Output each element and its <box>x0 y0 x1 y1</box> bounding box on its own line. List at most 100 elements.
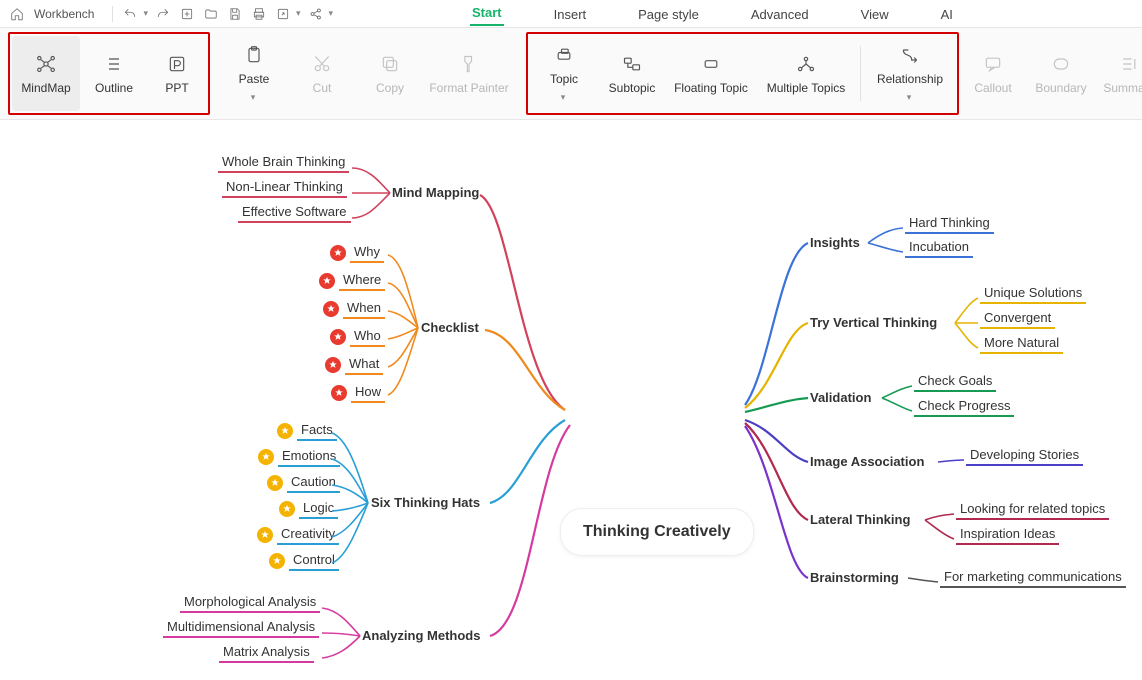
mindmap-canvas[interactable]: Thinking Creatively Mind Mapping Checkli… <box>0 120 1142 657</box>
leaf[interactable]: What <box>325 354 383 375</box>
tab-pagestyle[interactable]: Page style <box>636 7 701 26</box>
paste-button[interactable]: Paste ▾ <box>220 32 288 115</box>
format-painter-icon <box>458 53 480 75</box>
leaf[interactable]: Who <box>330 326 385 347</box>
priority-icon <box>330 245 346 261</box>
leaf[interactable]: How <box>331 382 385 403</box>
leaf[interactable]: Convergent <box>980 308 1055 329</box>
boundary-icon <box>1050 53 1072 75</box>
priority-icon <box>258 449 274 465</box>
summary-button[interactable]: Summary <box>1095 32 1142 115</box>
main-validation[interactable]: Validation <box>810 390 871 405</box>
view-outline[interactable]: Outline <box>80 36 148 111</box>
chevron-down-icon: ▾ <box>561 92 566 103</box>
main-vertical[interactable]: Try Vertical Thinking <box>810 315 937 330</box>
main-mindmapping[interactable]: Mind Mapping <box>392 185 479 200</box>
leaf[interactable]: Multidimensional Analysis <box>163 617 319 638</box>
multiple-topics-button[interactable]: Multiple Topics <box>756 36 856 111</box>
leaf[interactable]: Facts <box>277 420 337 441</box>
cut-icon <box>311 53 333 75</box>
boundary-button[interactable]: Boundary <box>1027 32 1095 115</box>
topic-button[interactable]: Topic ▾ <box>530 36 598 111</box>
leaf[interactable]: More Natural <box>980 333 1063 354</box>
leaf[interactable]: Check Goals <box>914 371 996 392</box>
main-sixhats[interactable]: Six Thinking Hats <box>371 495 480 510</box>
priority-icon <box>279 501 295 517</box>
cut-button[interactable]: Cut <box>288 32 356 115</box>
priority-icon <box>277 423 293 439</box>
central-topic[interactable]: Thinking Creatively <box>560 508 754 556</box>
callout-button[interactable]: Callout <box>959 32 1027 115</box>
leaf[interactable]: Emotions <box>258 446 340 467</box>
main-checklist[interactable]: Checklist <box>421 320 479 335</box>
callout-icon <box>982 53 1004 75</box>
view-mindmap[interactable]: MindMap <box>12 36 80 111</box>
leaf[interactable]: Unique Solutions <box>980 283 1086 304</box>
leaf[interactable]: Effective Software <box>238 202 351 223</box>
view-ppt[interactable]: PPT <box>148 36 206 111</box>
priority-icon <box>330 329 346 345</box>
subtopic-icon <box>621 53 643 75</box>
copy-icon <box>379 53 401 75</box>
label: PPT <box>165 81 188 95</box>
separator <box>860 46 861 101</box>
leaf[interactable]: Morphological Analysis <box>180 592 320 613</box>
leaf[interactable]: Logic <box>279 498 338 519</box>
label: MindMap <box>21 81 70 95</box>
leaf[interactable]: Hard Thinking <box>905 213 994 234</box>
label: Subtopic <box>609 81 656 95</box>
main-lateral[interactable]: Lateral Thinking <box>810 512 910 527</box>
leaf[interactable]: Inspiration Ideas <box>956 524 1059 545</box>
leaf[interactable]: Check Progress <box>914 396 1014 417</box>
leaf[interactable]: For marketing communications <box>940 567 1126 588</box>
main-analyzing[interactable]: Analyzing Methods <box>362 628 480 643</box>
label: Cut <box>313 81 332 95</box>
format-painter-button[interactable]: Format Painter <box>424 32 514 115</box>
leaf[interactable]: Control <box>269 550 339 571</box>
label: Summary <box>1103 81 1142 95</box>
leaf[interactable]: Whole Brain Thinking <box>218 152 349 173</box>
leaf[interactable]: Where <box>319 270 385 291</box>
tab-insert[interactable]: Insert <box>552 7 589 26</box>
leaf[interactable]: Incubation <box>905 237 973 258</box>
label: Format Painter <box>429 81 508 95</box>
tab-view[interactable]: View <box>859 7 891 26</box>
leaf[interactable]: Developing Stories <box>966 445 1083 466</box>
highlight-views: MindMap Outline PPT <box>8 32 210 115</box>
priority-icon <box>267 475 283 491</box>
label: Callout <box>974 81 1011 95</box>
priority-icon <box>323 301 339 317</box>
ppt-icon <box>166 53 188 75</box>
highlight-topics: Topic ▾ Subtopic Floating Topic Multiple… <box>526 32 959 115</box>
multiple-topics-icon <box>795 53 817 75</box>
paste-icon <box>243 44 265 66</box>
outline-icon <box>103 53 125 75</box>
copy-button[interactable]: Copy <box>356 32 424 115</box>
leaf[interactable]: Matrix Analysis <box>219 642 314 663</box>
chevron-down-icon: ▾ <box>251 92 256 103</box>
group-clipboard: Paste ▾ Cut Copy Format Painter <box>220 32 514 115</box>
leaf[interactable]: Caution <box>267 472 340 493</box>
main-insights[interactable]: Insights <box>810 235 860 250</box>
main-brainstorm[interactable]: Brainstorming <box>810 570 899 585</box>
tab-advanced[interactable]: Advanced <box>749 7 811 26</box>
leaf[interactable]: When <box>323 298 385 319</box>
main-image[interactable]: Image Association <box>810 454 924 469</box>
menu-tabs: Start Insert Page style Advanced View AI <box>0 2 955 26</box>
leaf[interactable]: Looking for related topics <box>956 499 1109 520</box>
leaf[interactable]: Non-Linear Thinking <box>222 177 347 198</box>
label: Outline <box>95 81 133 95</box>
summary-icon <box>1118 53 1140 75</box>
tab-start[interactable]: Start <box>470 5 504 26</box>
floating-topic-icon <box>700 53 722 75</box>
tab-ai[interactable]: AI <box>939 7 955 26</box>
priority-icon <box>257 527 273 543</box>
subtopic-button[interactable]: Subtopic <box>598 36 666 111</box>
relationship-button[interactable]: Relationship ▾ <box>865 36 955 111</box>
leaf[interactable]: Why <box>330 242 384 263</box>
mindmap-icon <box>35 53 57 75</box>
ribbon: MindMap Outline PPT Paste ▾ Cut Copy For… <box>0 28 1142 120</box>
floating-topic-button[interactable]: Floating Topic <box>666 36 756 111</box>
label: Multiple Topics <box>767 81 845 95</box>
leaf[interactable]: Creativity <box>257 524 339 545</box>
